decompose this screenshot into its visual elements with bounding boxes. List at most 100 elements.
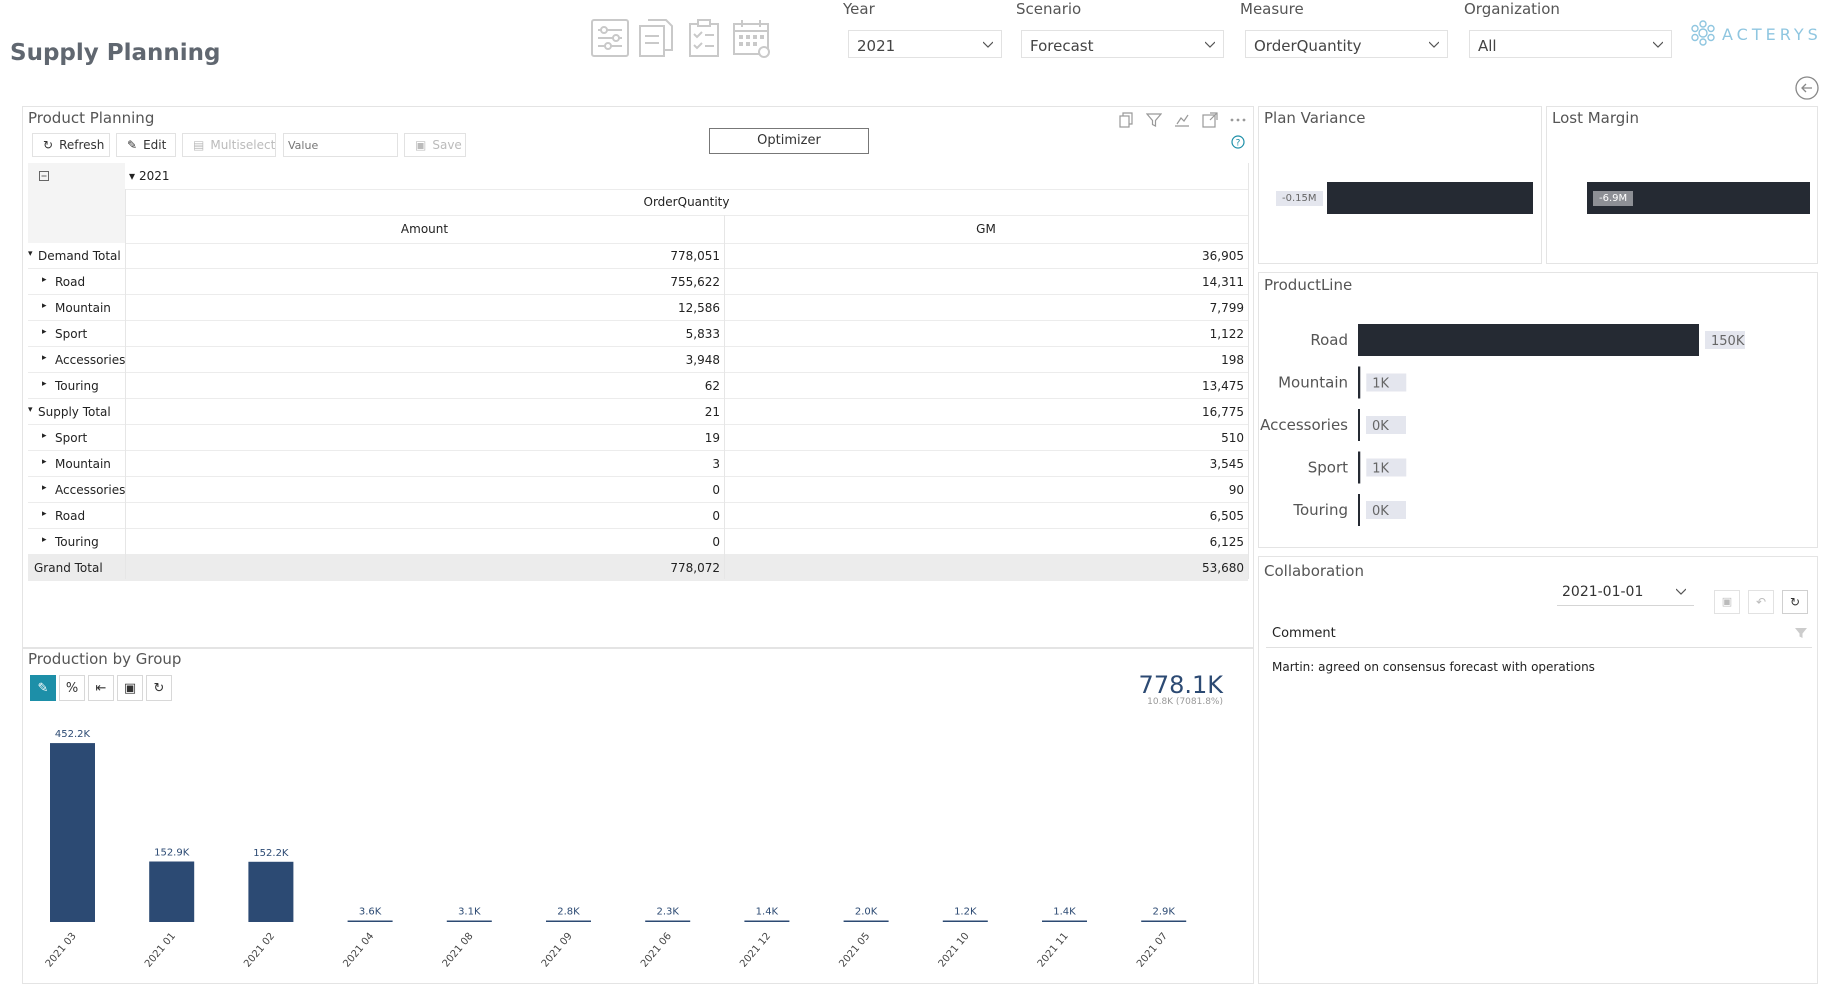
table-row[interactable]: ▸ Sport 19 510 bbox=[28, 425, 1248, 451]
row-item-label[interactable]: Mountain bbox=[55, 457, 111, 471]
production-bar[interactable] bbox=[347, 920, 393, 923]
collab-refresh-icon[interactable]: ↻ bbox=[1782, 590, 1808, 614]
checklist-icon[interactable] bbox=[684, 18, 724, 58]
gm-cell[interactable]: 16,775 bbox=[724, 405, 1244, 419]
amount-cell[interactable]: 3,948 bbox=[125, 353, 720, 367]
productline-bar[interactable] bbox=[1358, 494, 1360, 526]
table-row[interactable]: ▸ Accessories 3,948 198 bbox=[28, 347, 1248, 373]
amount-cell[interactable]: 12,586 bbox=[125, 301, 720, 315]
table-row[interactable]: ▾ Supply Total 21 16,775 bbox=[28, 399, 1248, 425]
save-icon[interactable]: ▣ bbox=[117, 675, 143, 701]
amount-cell[interactable]: 19 bbox=[125, 431, 720, 445]
productline-bar[interactable] bbox=[1358, 366, 1361, 399]
collab-undo-icon[interactable]: ↶ bbox=[1748, 590, 1774, 614]
row-item-label[interactable]: Mountain bbox=[55, 301, 111, 315]
table-row[interactable]: ▸ Touring 62 13,475 bbox=[28, 373, 1248, 399]
production-bar[interactable] bbox=[1141, 920, 1187, 923]
row-item-label[interactable]: Touring bbox=[55, 379, 99, 393]
gm-cell[interactable]: 14,311 bbox=[724, 275, 1244, 289]
triangle-right-icon[interactable]: ▸ bbox=[42, 431, 47, 441]
multiselect-button[interactable]: ▤ Multiselect bbox=[182, 133, 276, 157]
row-item-label[interactable]: Accessories bbox=[55, 353, 125, 367]
amount-column-header[interactable]: Amount bbox=[125, 215, 724, 244]
filter-year-dropdown[interactable]: 2021 bbox=[848, 30, 1002, 58]
row-item-label[interactable]: Accessories bbox=[55, 483, 125, 497]
productline-bar[interactable] bbox=[1358, 324, 1699, 356]
row-item-label[interactable]: Road bbox=[55, 275, 85, 289]
triangle-right-icon[interactable]: ▸ bbox=[42, 275, 47, 285]
table-row[interactable]: ▾ Demand Total 778,051 36,905 bbox=[28, 243, 1248, 269]
amount-cell[interactable]: 0 bbox=[125, 509, 720, 523]
table-row[interactable]: ▸ Sport 5,833 1,122 bbox=[28, 321, 1248, 347]
triangle-down-icon[interactable]: ▾ bbox=[28, 405, 33, 415]
gm-cell[interactable]: 13,475 bbox=[724, 379, 1244, 393]
triangle-right-icon[interactable]: ▸ bbox=[42, 353, 47, 363]
amount-cell[interactable]: 0 bbox=[125, 483, 720, 497]
amount-cell[interactable]: 5,833 bbox=[125, 327, 720, 341]
production-bar[interactable] bbox=[546, 920, 591, 923]
productline-bar[interactable] bbox=[1358, 451, 1361, 484]
amount-cell[interactable]: 778,051 bbox=[125, 249, 720, 263]
year-header[interactable]: ▾ 2021 bbox=[125, 163, 1248, 190]
filter-measure-dropdown[interactable]: OrderQuantity bbox=[1245, 30, 1448, 58]
collapse-all-icon[interactable] bbox=[39, 170, 49, 181]
production-bar[interactable] bbox=[645, 920, 691, 923]
value-input[interactable] bbox=[283, 133, 398, 157]
collab-save-icon[interactable]: ▣ bbox=[1714, 590, 1740, 614]
expand-icon[interactable] bbox=[1202, 112, 1218, 128]
triangle-right-icon[interactable]: ▸ bbox=[42, 457, 47, 467]
collaboration-date-dropdown[interactable]: 2021-01-01 bbox=[1557, 578, 1694, 606]
refresh-icon[interactable]: ↻ bbox=[146, 675, 172, 701]
gm-column-header[interactable]: GM bbox=[724, 215, 1248, 244]
table-row[interactable]: ▸ Touring 0 6,125 bbox=[28, 529, 1248, 555]
save-button[interactable]: ▣ Save bbox=[404, 133, 466, 157]
table-row[interactable]: ▸ Road 0 6,505 bbox=[28, 503, 1248, 529]
gm-cell[interactable]: 90 bbox=[724, 483, 1244, 497]
table-row[interactable]: ▸ Accessories 0 90 bbox=[28, 477, 1248, 503]
table-row[interactable]: ▸ Mountain 3 3,545 bbox=[28, 451, 1248, 477]
filter-scenario-dropdown[interactable]: Forecast bbox=[1021, 30, 1224, 58]
production-bar[interactable] bbox=[446, 920, 492, 923]
triangle-right-icon[interactable]: ▸ bbox=[42, 509, 47, 519]
sliders-icon[interactable] bbox=[590, 18, 630, 58]
amount-cell[interactable]: 62 bbox=[125, 379, 720, 393]
production-bar[interactable] bbox=[248, 861, 294, 922]
optimizer-button[interactable]: Optimizer bbox=[709, 128, 869, 154]
pencil-icon[interactable]: ✎ bbox=[30, 675, 56, 701]
production-bar[interactable] bbox=[744, 920, 790, 923]
gm-cell[interactable]: 3,545 bbox=[724, 457, 1244, 471]
gm-cell[interactable]: 198 bbox=[724, 353, 1244, 367]
productline-bar[interactable] bbox=[1358, 409, 1360, 441]
triangle-right-icon[interactable]: ▸ bbox=[42, 535, 47, 545]
gm-cell[interactable]: 7,799 bbox=[724, 301, 1244, 315]
back-arrow-icon[interactable] bbox=[1795, 76, 1819, 100]
row-item-label[interactable]: Sport bbox=[55, 431, 87, 445]
production-bar[interactable] bbox=[50, 743, 95, 922]
refresh-button[interactable]: ↻ Refresh bbox=[32, 133, 110, 157]
gm-cell[interactable]: 6,505 bbox=[724, 509, 1244, 523]
percent-icon[interactable]: % bbox=[59, 675, 85, 701]
documents-icon[interactable] bbox=[636, 18, 676, 58]
triangle-right-icon[interactable]: ▸ bbox=[42, 327, 47, 337]
production-bar[interactable] bbox=[1042, 920, 1087, 923]
help-icon[interactable]: ? bbox=[1231, 134, 1245, 149]
row-group-label[interactable]: Demand Total bbox=[38, 249, 121, 263]
drill-icon[interactable] bbox=[1174, 112, 1190, 128]
gm-cell[interactable]: 36,905 bbox=[724, 249, 1244, 263]
amount-cell[interactable]: 3 bbox=[125, 457, 720, 471]
production-bar[interactable] bbox=[149, 861, 195, 922]
gm-cell[interactable]: 510 bbox=[724, 431, 1244, 445]
row-item-label[interactable]: Road bbox=[55, 509, 85, 523]
table-row[interactable]: ▸ Mountain 12,586 7,799 bbox=[28, 295, 1248, 321]
copy-icon[interactable] bbox=[1118, 112, 1134, 128]
gm-cell[interactable]: 1,122 bbox=[724, 327, 1244, 341]
row-group-label[interactable]: Supply Total bbox=[38, 405, 111, 419]
triangle-down-icon[interactable]: ▾ bbox=[28, 249, 33, 259]
calendar-icon[interactable] bbox=[732, 18, 772, 58]
edit-button[interactable]: ✎ Edit bbox=[116, 133, 176, 157]
production-bar[interactable] bbox=[942, 920, 988, 923]
production-bar[interactable] bbox=[843, 920, 889, 923]
more-icon[interactable] bbox=[1230, 112, 1246, 128]
gm-cell[interactable]: 6,125 bbox=[724, 535, 1244, 549]
row-item-label[interactable]: Sport bbox=[55, 327, 87, 341]
